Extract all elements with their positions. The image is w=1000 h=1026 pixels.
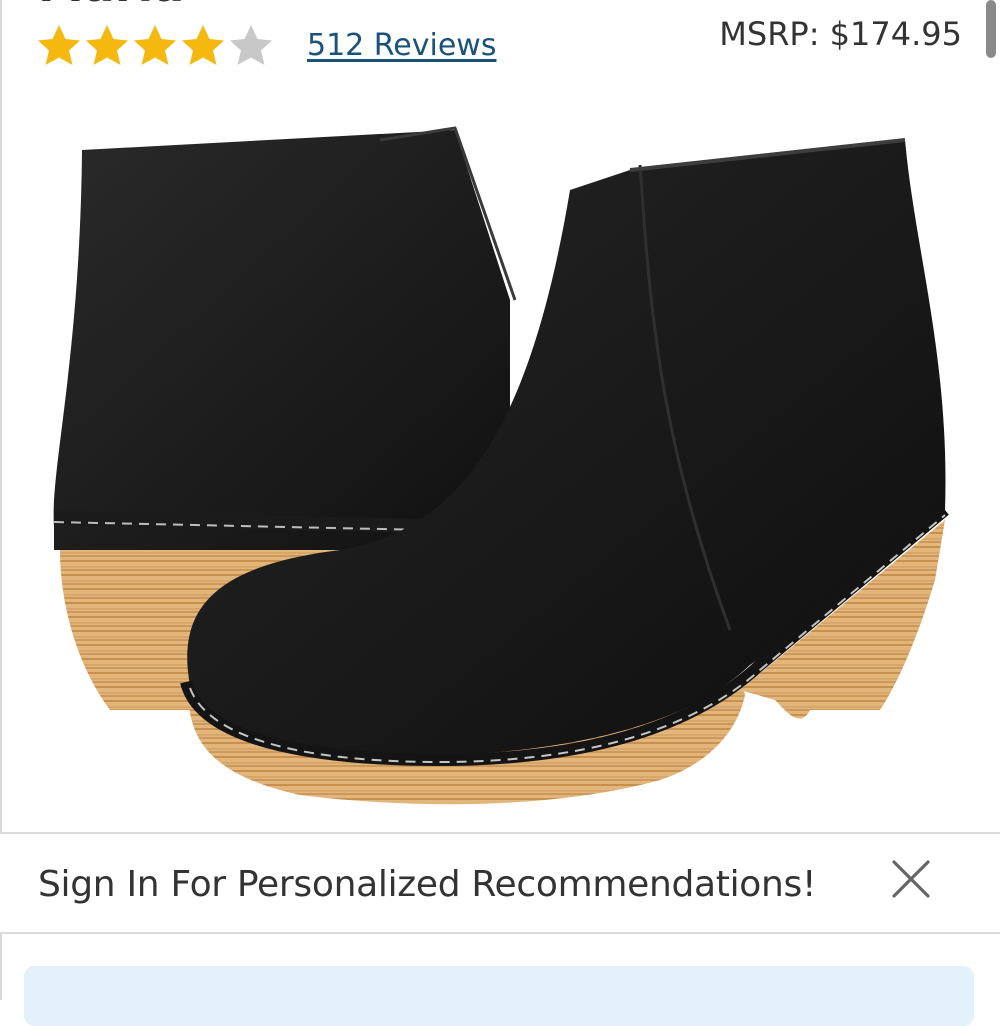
star-rating — [36, 22, 274, 70]
star-filled-icon — [38, 25, 80, 65]
signin-prompt-text[interactable]: Sign In For Personalized Recommendations… — [38, 862, 816, 908]
star-rating-stars — [36, 23, 274, 69]
info-panel[interactable] — [24, 966, 974, 1026]
scrollbar-thumb[interactable] — [986, 0, 996, 58]
star-filled-icon — [182, 25, 224, 65]
signin-banner: Sign In For Personalized Recommendations… — [0, 832, 1000, 934]
star-filled-icon — [86, 25, 128, 65]
reviews-link[interactable]: 512 Reviews — [307, 26, 496, 66]
product-title: Maria — [38, 0, 184, 10]
close-icon[interactable] — [888, 856, 934, 902]
star-filled-icon — [134, 25, 176, 65]
star-empty-icon — [230, 25, 272, 65]
msrp-price: MSRP: $174.95 — [719, 15, 962, 53]
product-image[interactable] — [40, 110, 960, 810]
